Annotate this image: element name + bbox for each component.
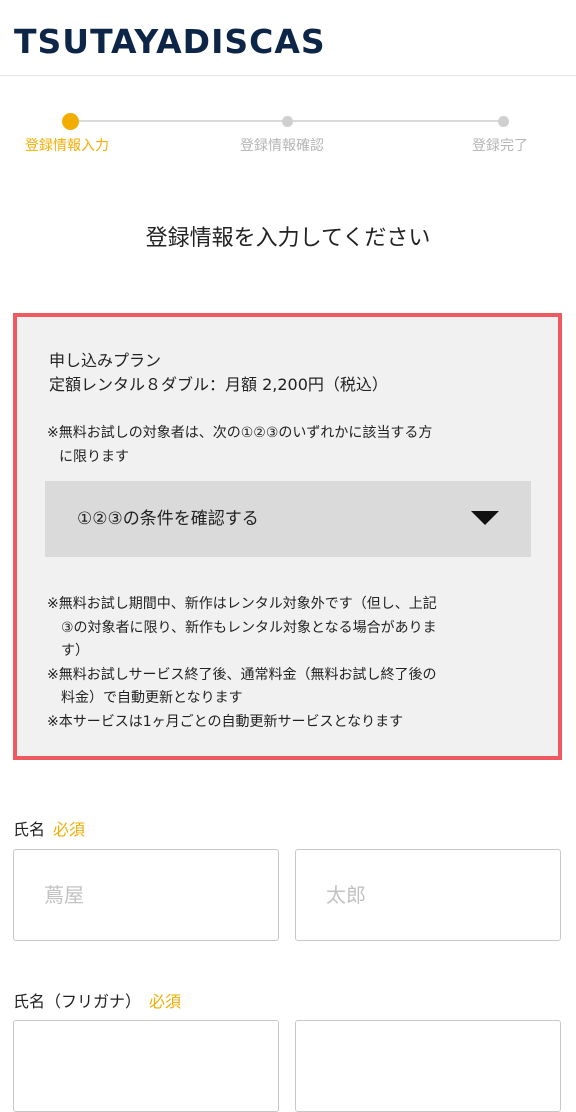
note-line: ※本サービスは1ヶ月ごとの自動更新サービスとなります [47, 713, 404, 730]
name-field-label: 氏名 必須 [13, 818, 85, 842]
note-item: ※本サービスは1ヶ月ごとの自動更新サービスとなります [47, 711, 547, 735]
step-2-label: 登録情報確認 [240, 138, 324, 154]
note-item: ※無料お試しサービス終了後、通常料金（無料お試し終了後の 料金）で自動更新となり… [47, 664, 547, 711]
note-line: す） [61, 643, 89, 659]
step-3-indicator [498, 116, 509, 127]
caret-down-icon [471, 511, 499, 525]
page-title: 登録情報を入力してください [145, 226, 431, 251]
site-header: TSUTAYADISCAS [0, 0, 576, 76]
step-1-label: 登録情報入力 [25, 138, 109, 154]
plan-info-box: 申し込みプラン 定額レンタル８ダブル：月額 2,200円（税込） ※無料お試しの… [13, 313, 562, 760]
last-name-input[interactable] [13, 849, 279, 941]
name-label-text: 氏名 [13, 820, 46, 839]
last-name-kana-input[interactable] [13, 1020, 279, 1112]
note-line: 料金）で自動更新となります [61, 690, 243, 706]
step-connector [287, 120, 503, 122]
required-badge: 必須 [53, 820, 86, 839]
plan-name: 定額レンタル８ダブル：月額 2,200円（税込） [49, 375, 388, 394]
accordion-label: ①②③の条件を確認する [77, 509, 259, 529]
step-1-indicator [62, 113, 79, 130]
conditions-accordion-button[interactable]: ①②③の条件を確認する [45, 481, 531, 557]
note-line: ※無料お試し期間中、新作はレンタル対象外です（但し、上記 [47, 596, 437, 612]
first-name-input[interactable] [295, 849, 561, 941]
tsutaya-discas-logo[interactable]: TSUTAYADISCAS [14, 22, 326, 62]
step-3-label: 登録完了 [472, 138, 528, 154]
step-2-indicator [282, 116, 293, 127]
note-line: ※無料お試しサービス終了後、通常料金（無料お試し終了後の [47, 666, 437, 683]
plan-label: 申し込みプラン [49, 351, 162, 370]
step-connector [71, 120, 287, 122]
kana-label-text: 氏名（フリガナ） [13, 992, 142, 1011]
first-name-kana-input[interactable] [295, 1020, 561, 1112]
plan-notes: ※無料お試し期間中、新作はレンタル対象外です（但し、上記 ③の対象者に限り、新作… [47, 593, 547, 734]
note-item: ※無料お試し期間中、新作はレンタル対象外です（但し、上記 ③の対象者に限り、新作… [47, 593, 547, 664]
trial-note-line: ※無料お試しの対象者は、次の①②③のいずれかに該当する方 [47, 425, 433, 441]
registration-progress-steps: 登録情報入力 登録情報確認 登録完了 [0, 108, 576, 168]
trial-note-line: に限ります [59, 449, 129, 465]
note-line: ③の対象者に限り、新作もレンタル対象となる場合がありま [61, 619, 437, 636]
trial-eligibility-note: ※無料お試しの対象者は、次の①②③のいずれかに該当する方 に限ります [47, 421, 537, 469]
required-badge: 必須 [149, 992, 182, 1011]
kana-field-label: 氏名（フリガナ） 必須 [13, 990, 181, 1014]
